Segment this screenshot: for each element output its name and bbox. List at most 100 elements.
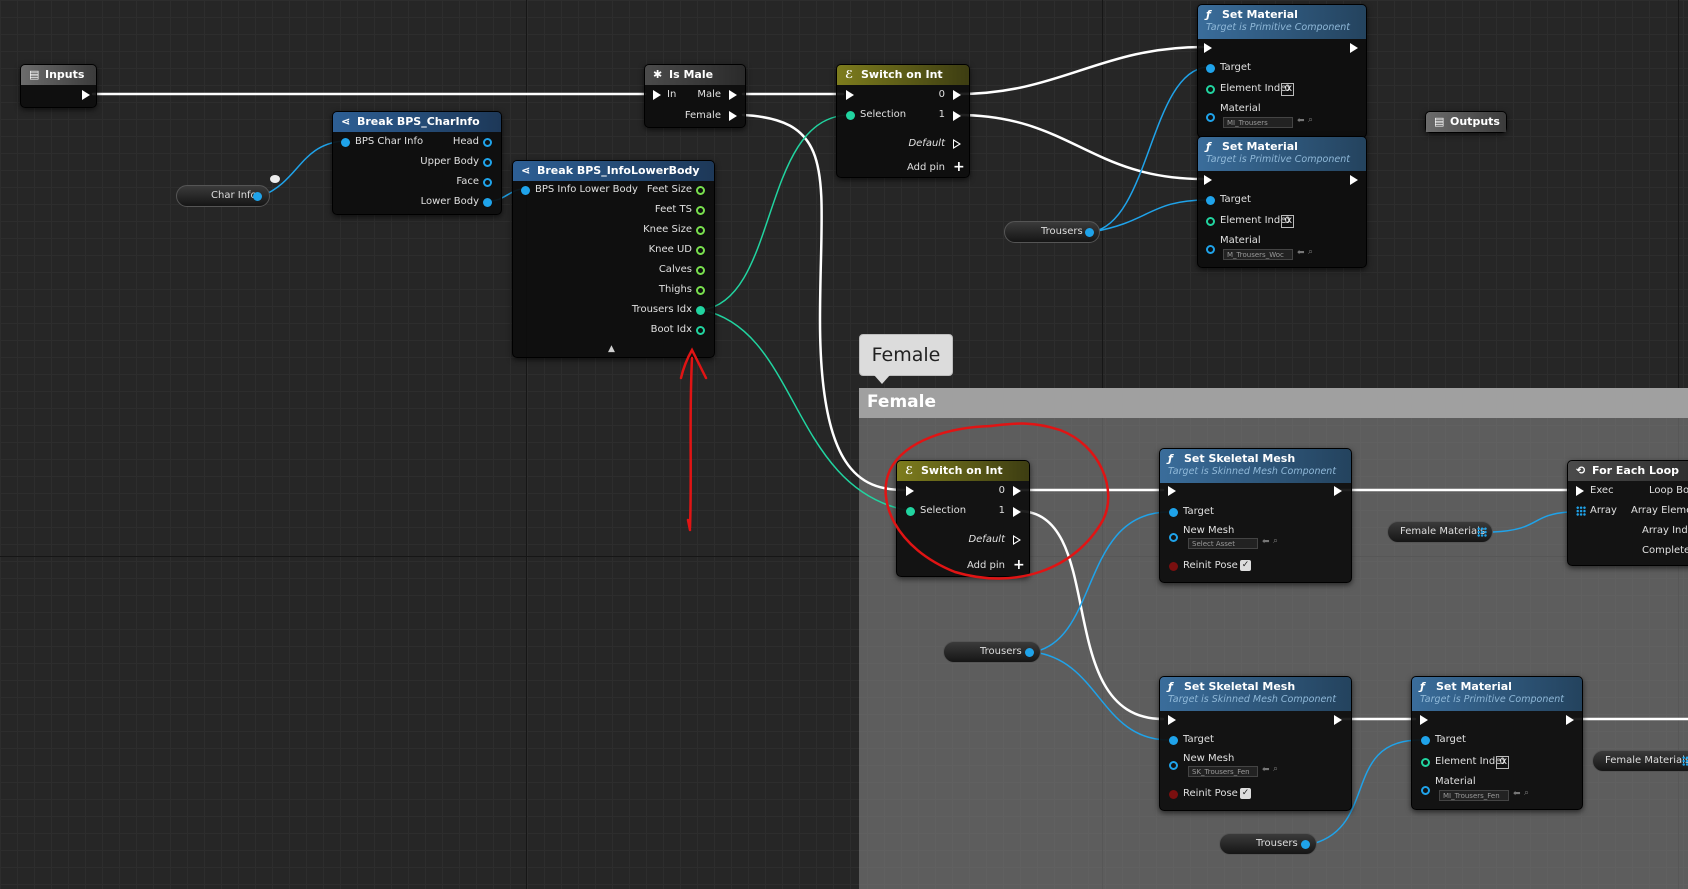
node-header[interactable]: ℰ Switch on Int xyxy=(837,65,969,85)
element-index-pin[interactable] xyxy=(1206,217,1215,226)
material-pin[interactable] xyxy=(1206,245,1215,254)
trousers-variable[interactable]: Trousers xyxy=(1219,833,1317,855)
node-header[interactable]: ƒ Set Material Target is Primitive Compone… xyxy=(1198,5,1366,39)
comment-title[interactable]: Female xyxy=(859,388,1688,418)
set-skeletal-mesh-node[interactable]: ƒ Set Skeletal Mesh Target is Skinned Mesh… xyxy=(1159,448,1352,583)
browse-magnifier-icon[interactable]: ⌕ xyxy=(1273,764,1278,774)
female-materials-variable[interactable]: Female Materials xyxy=(1592,750,1688,772)
switch-on-int-node[interactable]: ℰ Switch on Int 0 Selection 1 Default Add… xyxy=(836,64,970,178)
break-charinfo-node[interactable]: ⋖ Break BPS_CharInfo BPS Char Info Head U… xyxy=(332,111,502,215)
set-material-node[interactable]: ƒ Set Material Target is Primitive Compone… xyxy=(1197,4,1367,138)
exec-in-pin[interactable] xyxy=(906,486,914,496)
material-asset-picker[interactable]: M_Trousers_Woc xyxy=(1223,249,1293,260)
struct-in-pin[interactable] xyxy=(521,186,530,195)
thighs-out-pin[interactable] xyxy=(696,286,705,295)
for-each-loop-node[interactable]: ⟲ For Each Loop Exec Loop Body Array Arra… xyxy=(1567,460,1688,566)
array-pin-icon[interactable] xyxy=(1477,527,1487,537)
exec-out-pin[interactable] xyxy=(1334,486,1342,496)
default-exec-pin[interactable] xyxy=(953,139,961,149)
node-header[interactable]: ⋖ Break BPS_CharInfo xyxy=(333,112,501,132)
exec-in-pin[interactable] xyxy=(1420,715,1428,725)
switch-on-int-node[interactable]: ℰ Switch on Int 0 Selection 1 Default Add… xyxy=(896,460,1030,577)
node-header[interactable]: ▤ Outputs xyxy=(1426,112,1506,132)
case-1-exec-pin[interactable] xyxy=(1013,507,1021,517)
browse-magnifier-icon[interactable]: ⌕ xyxy=(1273,536,1278,546)
inputs-node[interactable]: ▤ Inputs xyxy=(20,64,97,108)
female-materials-variable[interactable]: Female Materials xyxy=(1387,521,1493,543)
case-0-exec-pin[interactable] xyxy=(953,90,961,100)
use-selected-arrow-icon[interactable]: ⬅ xyxy=(1297,248,1305,258)
add-pin-icon[interactable]: + xyxy=(1013,558,1025,572)
feet-size-out-pin[interactable] xyxy=(696,186,705,195)
reinit-pose-pin[interactable] xyxy=(1169,562,1178,571)
node-header[interactable]: ℰ Switch on Int xyxy=(897,461,1029,481)
node-header[interactable]: ⟲ For Each Loop xyxy=(1568,461,1688,481)
use-selected-arrow-icon[interactable]: ⬅ xyxy=(1262,765,1270,775)
head-out-pin[interactable] xyxy=(483,138,492,147)
exec-in-pin[interactable] xyxy=(1168,715,1176,725)
knee-ud-out-pin[interactable] xyxy=(696,246,705,255)
feet-ts-out-pin[interactable] xyxy=(696,206,705,215)
browse-magnifier-icon[interactable]: ⌕ xyxy=(1524,788,1529,798)
case-0-exec-pin[interactable] xyxy=(1013,486,1021,496)
material-asset-picker[interactable]: MI_Trousers xyxy=(1223,117,1293,128)
node-header[interactable]: ƒ Set Skeletal Mesh Target is Skinned Mesh… xyxy=(1160,449,1351,483)
set-material-node[interactable]: ƒ Set Material Target is Primitive Compone… xyxy=(1197,136,1367,268)
exec-in-pin[interactable] xyxy=(653,90,661,100)
exec-out-pin[interactable] xyxy=(1350,43,1358,53)
variable-out-pin[interactable] xyxy=(1025,648,1034,657)
knee-size-out-pin[interactable] xyxy=(696,226,705,235)
target-pin[interactable] xyxy=(1169,508,1178,517)
material-pin[interactable] xyxy=(1206,113,1215,122)
new-mesh-pin[interactable] xyxy=(1169,761,1178,770)
node-header[interactable]: ✱ Is Male xyxy=(645,65,745,85)
target-pin[interactable] xyxy=(1169,736,1178,745)
variable-out-pin[interactable] xyxy=(1301,840,1310,849)
lower-body-out-pin[interactable] xyxy=(483,198,492,207)
exec-out-pin[interactable] xyxy=(1566,715,1574,725)
calves-out-pin[interactable] xyxy=(696,266,705,275)
element-index-pin[interactable] xyxy=(1206,85,1215,94)
break-lowerbody-node[interactable]: ⋖ Break BPS_InfoLowerBody BPS Info Lower … xyxy=(512,160,715,358)
trousers-variable[interactable]: Trousers xyxy=(943,641,1041,663)
char-info-variable[interactable]: Char Info xyxy=(176,185,270,207)
node-header[interactable]: ƒ Set Material Target is Primitive Compone… xyxy=(1198,137,1366,171)
mesh-asset-picker[interactable]: SK_Trousers_Fen xyxy=(1188,766,1258,777)
exec-out-pin[interactable] xyxy=(82,90,90,100)
exec-out-pin[interactable] xyxy=(1350,175,1358,185)
element-index-input[interactable]: 0 xyxy=(1281,83,1294,96)
new-mesh-pin[interactable] xyxy=(1169,533,1178,542)
collapse-arrow-icon[interactable]: ▲ xyxy=(608,344,615,354)
selection-in-pin[interactable] xyxy=(846,111,855,120)
browse-magnifier-icon[interactable]: ⌕ xyxy=(1308,247,1313,257)
mesh-asset-picker[interactable]: Select Asset xyxy=(1188,538,1258,549)
reinit-pose-pin[interactable] xyxy=(1169,790,1178,799)
set-skeletal-mesh-node[interactable]: ƒ Set Skeletal Mesh Target is Skinned Mesh… xyxy=(1159,676,1352,811)
array-pin-icon[interactable] xyxy=(1682,756,1688,766)
element-index-input[interactable]: 0 xyxy=(1281,215,1294,228)
add-pin-label[interactable]: Add pin xyxy=(967,560,1005,571)
female-exec-pin[interactable] xyxy=(729,111,737,121)
target-pin[interactable] xyxy=(1206,64,1215,73)
variable-out-pin[interactable] xyxy=(253,192,262,201)
reinit-pose-checkbox[interactable]: ✓ xyxy=(1240,560,1251,571)
boot-idx-out-pin[interactable] xyxy=(696,326,705,335)
browse-magnifier-icon[interactable]: ⌕ xyxy=(1308,115,1313,125)
exec-in-pin[interactable] xyxy=(1204,175,1212,185)
array-pin-icon[interactable] xyxy=(1576,506,1586,516)
exec-out-pin[interactable] xyxy=(1334,715,1342,725)
material-asset-picker[interactable]: MI_Trousers_Fen xyxy=(1439,790,1509,801)
selection-in-pin[interactable] xyxy=(906,507,915,516)
set-material-node[interactable]: ƒ Set Material Target is Primitive Compone… xyxy=(1411,676,1583,810)
trousers-idx-out-pin[interactable] xyxy=(696,306,705,315)
variable-out-pin[interactable] xyxy=(1085,228,1094,237)
use-selected-arrow-icon[interactable]: ⬅ xyxy=(1262,537,1270,547)
exec-in-pin[interactable] xyxy=(1576,486,1584,496)
node-header[interactable]: ⋖ Break BPS_InfoLowerBody xyxy=(513,161,714,181)
use-selected-arrow-icon[interactable]: ⬅ xyxy=(1513,789,1521,799)
material-pin[interactable] xyxy=(1421,786,1430,795)
outputs-node[interactable]: ▤ Outputs xyxy=(1425,111,1507,133)
case-1-exec-pin[interactable] xyxy=(953,111,961,121)
use-selected-arrow-icon[interactable]: ⬅ xyxy=(1297,116,1305,126)
is-male-node[interactable]: ✱ Is Male In Male Female xyxy=(644,64,746,128)
